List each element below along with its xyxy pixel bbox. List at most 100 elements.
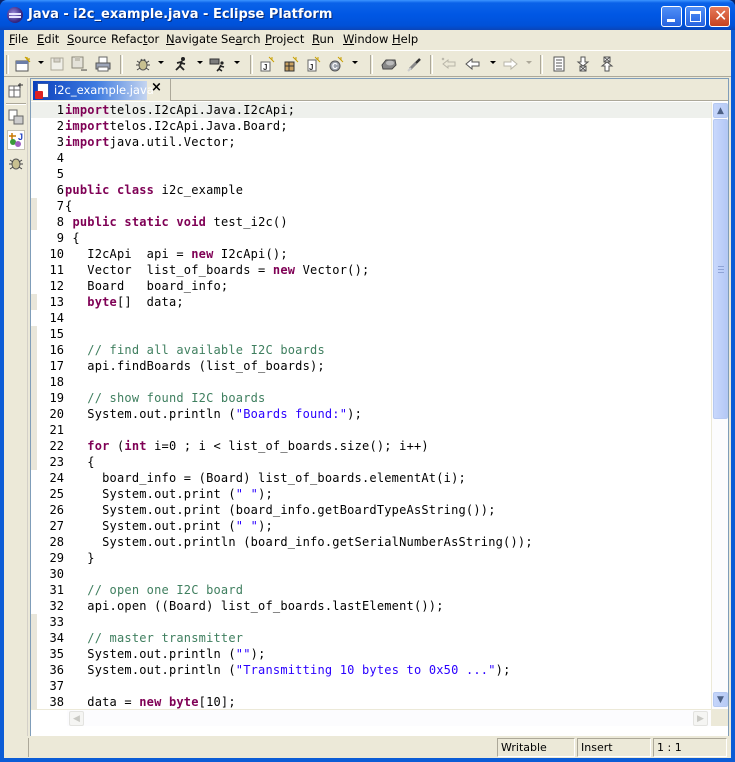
code-line[interactable]: 18	[31, 374, 711, 390]
menu-refactor[interactable]: Refactor	[111, 32, 159, 46]
code-line[interactable]: 9 {	[31, 230, 711, 246]
scroll-left-button[interactable]: ◀	[69, 711, 84, 726]
title-bar[interactable]: Java - i2c_example.java - Eclipse Platfo…	[0, 0, 735, 30]
debug-icon[interactable]	[134, 55, 152, 73]
line-source: System.out.println ("Boards found:");	[65, 406, 362, 422]
code-line[interactable]: 14	[31, 310, 711, 326]
code-line[interactable]: 12 Board board_info;	[31, 278, 711, 294]
close-button[interactable]: ✕	[709, 6, 730, 27]
eclipse-window: Java - i2c_example.java - Eclipse Platfo…	[0, 0, 735, 762]
code-token: {	[65, 231, 80, 245]
resource-perspective-icon[interactable]	[7, 107, 25, 127]
debug-dropdown-arrow[interactable]	[158, 61, 164, 64]
menu-project[interactable]: Project	[265, 32, 304, 46]
code-line[interactable]: 15	[31, 326, 711, 342]
menu-search[interactable]: Search	[221, 32, 261, 46]
back-dropdown-arrow[interactable]	[490, 61, 496, 64]
menu-run[interactable]: Run	[312, 32, 334, 46]
minimize-button[interactable]	[661, 6, 682, 27]
code-line[interactable]: 22 for (int i=0 ; i < list_of_boards.siz…	[31, 438, 711, 454]
code-line[interactable]: 33	[31, 614, 711, 630]
new-wizard-icon[interactable]	[14, 55, 32, 73]
open-perspective-icon[interactable]	[7, 80, 25, 100]
code-line[interactable]: 13 byte[] data;	[31, 294, 711, 310]
java-perspective-icon[interactable]: J	[7, 130, 25, 150]
new-dropdown-arrow[interactable]	[38, 61, 44, 64]
code-line[interactable]: 2 importtelos.I2cApi.Java.Board;	[31, 118, 711, 134]
string-token: "Boards found:"	[235, 407, 348, 421]
maximize-button[interactable]	[685, 6, 706, 27]
code-line[interactable]: 27 System.out.print (" ");	[31, 518, 711, 534]
code-line[interactable]: 23 {	[31, 454, 711, 470]
code-line[interactable]: 19 // show found I2C boards	[31, 390, 711, 406]
new-class-dropdown-arrow[interactable]	[352, 61, 358, 64]
next-annotation-icon[interactable]	[574, 55, 592, 73]
code-line[interactable]: 3 importjava.util.Vector;	[31, 134, 711, 150]
code-line[interactable]: 10 I2cApi api = new I2cApi();	[31, 246, 711, 262]
code-line[interactable]: 8 public static void test_i2c()	[31, 214, 711, 230]
menu-file[interactable]: File	[9, 32, 28, 46]
code-line[interactable]: 16 // find all available I2C boards	[31, 342, 711, 358]
horizontal-scrollbar[interactable]: ◀ ▶	[67, 709, 711, 726]
code-line[interactable]: 5	[31, 166, 711, 182]
last-edit-location-icon[interactable]	[440, 55, 458, 73]
code-line[interactable]: 7{	[31, 198, 711, 214]
code-line[interactable]: 35 System.out.println ("");	[31, 646, 711, 662]
code-line[interactable]: 36 System.out.println ("Transmitting 10 …	[31, 662, 711, 678]
forward-icon[interactable]	[501, 55, 519, 73]
code-token: telos.I2cApi.Java.I2cApi;	[109, 103, 296, 117]
scroll-right-button[interactable]: ▶	[693, 711, 708, 726]
run-icon[interactable]	[172, 55, 190, 73]
tab-close-icon[interactable]: ×	[151, 80, 162, 95]
code-text-area[interactable]: 1 importtelos.I2cApi.Java.I2cApi; 2 importt…	[31, 102, 711, 709]
new-package-icon[interactable]	[282, 55, 300, 73]
code-line[interactable]: 20 System.out.println ("Boards found:");	[31, 406, 711, 422]
new-java-file-icon[interactable]: J	[304, 55, 322, 73]
code-line[interactable]: 37	[31, 678, 711, 694]
code-line[interactable]: 29 }	[31, 550, 711, 566]
previous-annotation-icon[interactable]	[598, 55, 616, 73]
run-dropdown-arrow[interactable]	[197, 61, 203, 64]
editor-tab-i2c-example[interactable]: i2c_example.java ×	[31, 79, 171, 101]
menu-help[interactable]: Help	[392, 32, 418, 46]
back-icon[interactable]	[464, 55, 482, 73]
search-icon[interactable]	[406, 55, 424, 73]
new-class-icon[interactable]: C	[327, 55, 345, 73]
open-type-icon[interactable]	[380, 55, 398, 73]
toggle-outline-icon[interactable]	[550, 55, 568, 73]
code-line[interactable]: 34 // master transmitter	[31, 630, 711, 646]
new-java-project-icon[interactable]: J	[258, 55, 276, 73]
code-line[interactable]: 31 // open one I2C board	[31, 582, 711, 598]
code-line[interactable]: 21	[31, 422, 711, 438]
code-line[interactable]: 6 public class i2c_example	[31, 182, 711, 198]
code-line[interactable]: 24 board_info = (Board) list_of_boards.e…	[31, 470, 711, 486]
code-line[interactable]: 4	[31, 150, 711, 166]
debug-perspective-icon[interactable]	[7, 153, 25, 173]
save-icon[interactable]	[48, 55, 66, 73]
scroll-down-button[interactable]: ▼	[713, 692, 728, 707]
vertical-scrollbar[interactable]: ▲ ▼	[711, 102, 728, 709]
scroll-up-button[interactable]: ▲	[713, 103, 728, 118]
menu-edit[interactable]: Edit	[37, 32, 59, 46]
external-tools-icon[interactable]	[209, 55, 227, 73]
forward-dropdown-arrow[interactable]	[526, 61, 532, 64]
line-number: 16	[49, 343, 64, 357]
code-line[interactable]: 38 data = new byte[10];	[31, 694, 711, 709]
code-line[interactable]: 26 System.out.print (board_info.getBoard…	[31, 502, 711, 518]
code-line[interactable]: 28 System.out.println (board_info.getSer…	[31, 534, 711, 550]
vertical-scroll-thumb[interactable]	[713, 119, 728, 419]
code-line[interactable]: 25 System.out.print (" ");	[31, 486, 711, 502]
print-icon[interactable]	[94, 55, 112, 73]
menu-window[interactable]: Window	[343, 32, 388, 46]
java-file-error-icon	[35, 83, 49, 99]
code-line[interactable]: 17 api.findBoards (list_of_boards);	[31, 358, 711, 374]
save-all-icon[interactable]	[70, 55, 88, 73]
code-line[interactable]: 11 Vector list_of_boards = new Vector();	[31, 262, 711, 278]
menu-navigate[interactable]: Navigate	[166, 32, 218, 46]
code-line[interactable]: 30	[31, 566, 711, 582]
code-line[interactable]: 32 api.open ((Board) list_of_boards.last…	[31, 598, 711, 614]
menu-source[interactable]: Source	[67, 32, 107, 46]
code-token: i2c_example	[154, 183, 244, 197]
external-tools-dropdown-arrow[interactable]	[234, 61, 240, 64]
code-line[interactable]: 1 importtelos.I2cApi.Java.I2cApi;	[31, 102, 711, 118]
